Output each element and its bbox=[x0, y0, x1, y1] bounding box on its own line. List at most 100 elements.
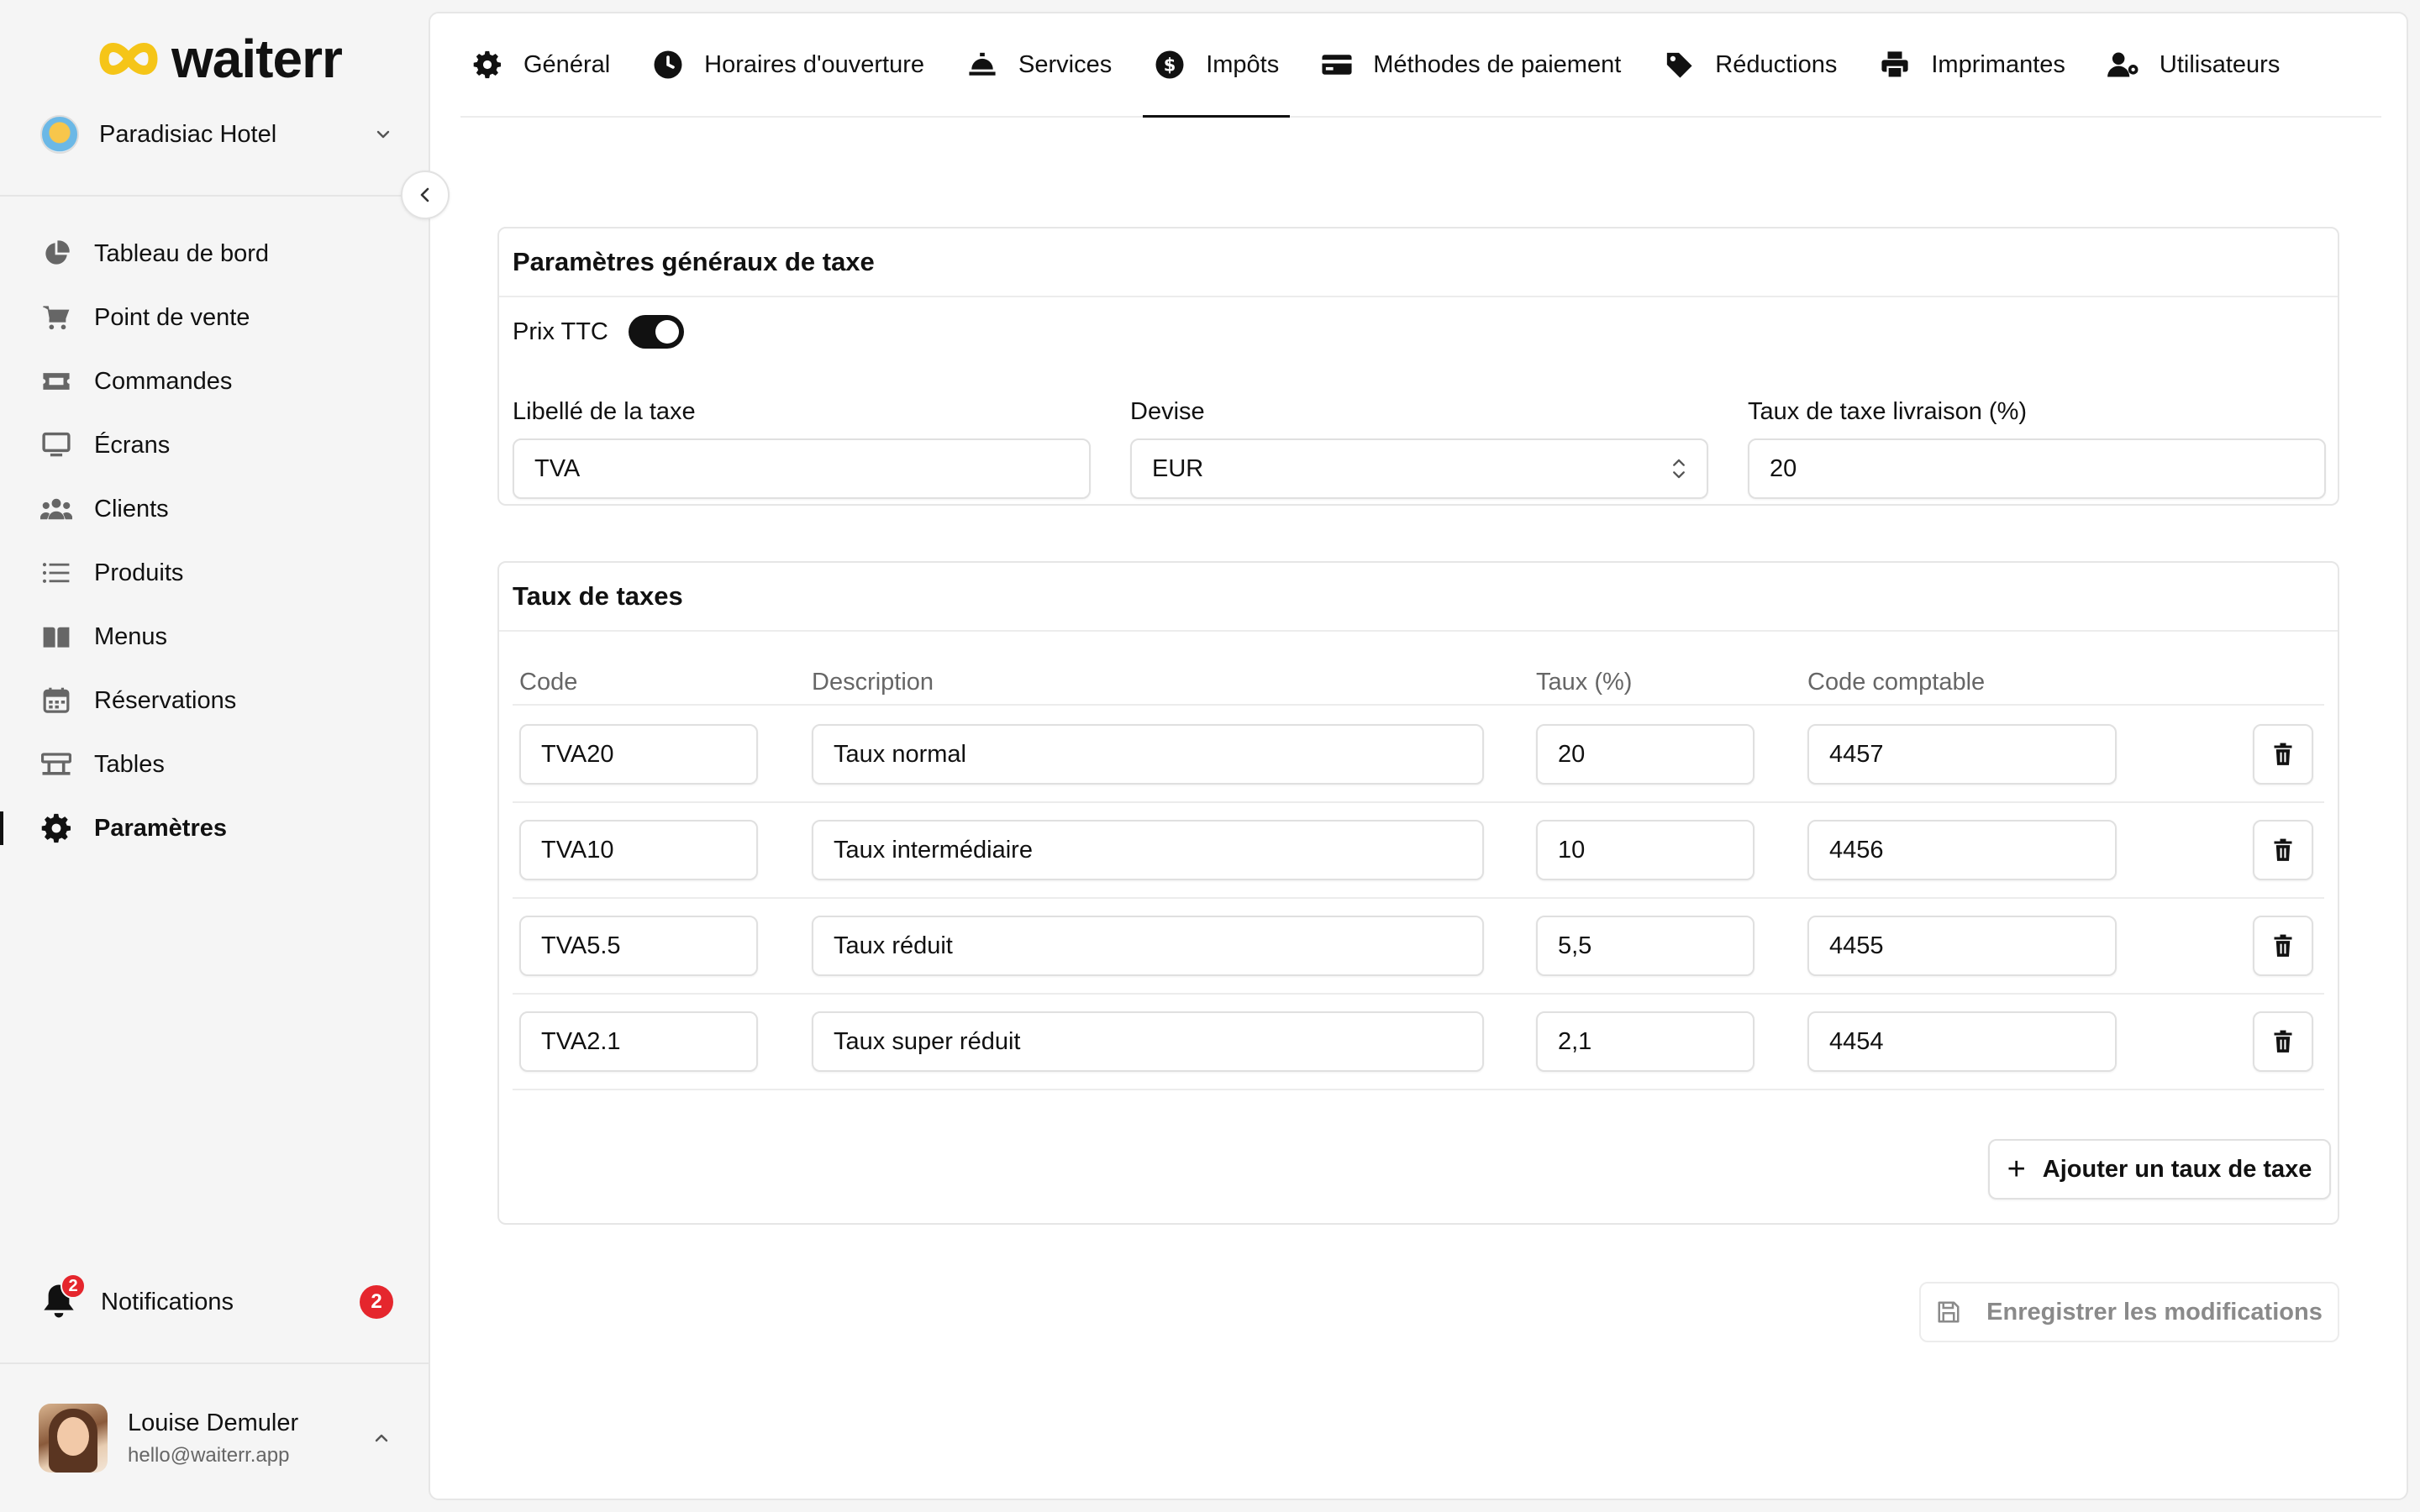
chevron-up-icon bbox=[375, 1434, 388, 1442]
trash-icon bbox=[2274, 743, 2292, 765]
tab-label: Services bbox=[1018, 50, 1113, 78]
card-title: Paramètres généraux de taxe bbox=[499, 228, 2338, 297]
save-changes-label: Enregistrer les modifications bbox=[1986, 1298, 2323, 1326]
tab-label: Général bbox=[523, 50, 611, 78]
tab-payment-methods[interactable]: Méthodes de paiement bbox=[1310, 13, 1632, 116]
delete-rate-button[interactable] bbox=[2253, 724, 2313, 785]
tab-users[interactable]: Utilisateurs bbox=[2096, 13, 2291, 116]
code-input[interactable]: TVA2.1 bbox=[519, 1011, 758, 1072]
description-input[interactable]: Taux normal bbox=[812, 724, 1484, 785]
delivery-tax-input[interactable]: 20 bbox=[1748, 438, 2326, 499]
account-code-input[interactable]: 4457 bbox=[1807, 724, 2117, 785]
delete-rate-button[interactable] bbox=[2253, 820, 2313, 880]
list-icon bbox=[40, 557, 72, 589]
description-input[interactable]: Taux intermédiaire bbox=[812, 820, 1484, 880]
save-changes-button[interactable]: Enregistrer les modifications bbox=[1919, 1282, 2339, 1342]
column-header-code: Code bbox=[519, 669, 578, 696]
prix-ttc-toggle[interactable] bbox=[628, 315, 684, 349]
sidebar-item-menus[interactable]: Menus bbox=[0, 605, 429, 669]
column-header-description: Description bbox=[812, 669, 934, 696]
sidebar-item-dashboard[interactable]: Tableau de bord bbox=[0, 222, 429, 286]
sidebar-item-label: Tables bbox=[94, 750, 165, 778]
account-code-input[interactable]: 4455 bbox=[1807, 916, 2117, 976]
delivery-tax-field: Taux de taxe livraison (%) 20 bbox=[1748, 395, 2326, 499]
tab-label: Méthodes de paiement bbox=[1373, 50, 1622, 78]
sidebar: waiterr Paradisiac Hotel Tableau de bord bbox=[0, 0, 429, 1512]
notifications-label: Notifications bbox=[101, 1288, 234, 1315]
table-row: TVA20 Taux normal 20 4457 bbox=[513, 707, 2324, 803]
tab-general[interactable]: Général bbox=[460, 13, 621, 116]
prix-ttc-row: Prix TTC bbox=[513, 311, 684, 353]
sidebar-item-pos[interactable]: Point de vente bbox=[0, 286, 429, 349]
sidebar-item-screens[interactable]: Écrans bbox=[0, 413, 429, 477]
rate-input[interactable]: 5,5 bbox=[1536, 916, 1754, 976]
field-label: Libellé de la taxe bbox=[513, 398, 696, 425]
add-tax-rate-label: Ajouter un taux de taxe bbox=[2042, 1155, 2312, 1183]
clock-icon bbox=[652, 49, 684, 81]
code-input[interactable]: TVA10 bbox=[519, 820, 758, 880]
tab-printers[interactable]: Imprimantes bbox=[1868, 13, 2076, 116]
avatar bbox=[39, 1404, 108, 1473]
chevron-up-down-icon bbox=[1673, 459, 1685, 479]
sidebar-item-tables[interactable]: Tables bbox=[0, 732, 429, 796]
tab-taxes[interactable]: $ Impôts bbox=[1143, 13, 1291, 118]
currency-select[interactable]: EUR bbox=[1130, 438, 1708, 499]
sidebar-item-products[interactable]: Produits bbox=[0, 541, 429, 605]
sidebar-item-orders[interactable]: Commandes bbox=[0, 349, 429, 413]
pie-chart-icon bbox=[40, 238, 72, 270]
tax-label-input[interactable]: TVA bbox=[513, 438, 1091, 499]
rate-input[interactable]: 10 bbox=[1536, 820, 1754, 880]
delete-rate-button[interactable] bbox=[2253, 916, 2313, 976]
user-menu[interactable]: Louise Demuler hello@waiterr.app bbox=[39, 1403, 392, 1473]
account-code-input[interactable]: 4454 bbox=[1807, 1011, 2117, 1072]
sidebar-item-label: Menus bbox=[94, 622, 168, 650]
user-info: Louise Demuler hello@waiterr.app bbox=[128, 1410, 371, 1467]
bell-icon: 2 bbox=[40, 1273, 86, 1322]
chevron-down-icon bbox=[376, 130, 390, 139]
rate-input[interactable]: 2,1 bbox=[1536, 1011, 1754, 1072]
chevron-left-icon bbox=[420, 187, 429, 202]
sidebar-item-label: Réservations bbox=[94, 686, 237, 714]
code-input[interactable]: TVA20 bbox=[519, 724, 758, 785]
add-tax-rate-button[interactable]: + Ajouter un taux de taxe bbox=[1988, 1139, 2331, 1200]
save-icon bbox=[1936, 1299, 1961, 1325]
gear-icon bbox=[471, 49, 503, 81]
notifications-item[interactable]: 2 Notifications 2 bbox=[40, 1273, 393, 1329]
user-name: Louise Demuler bbox=[128, 1409, 299, 1436]
settings-tabs: Général Horaires d'ouverture Services $ … bbox=[460, 13, 2381, 118]
code-input[interactable]: TVA5.5 bbox=[519, 916, 758, 976]
table-row: TVA10 Taux intermédiaire 10 4456 bbox=[513, 803, 2324, 899]
currency-value: EUR bbox=[1152, 454, 1204, 482]
tab-label: Horaires d'ouverture bbox=[704, 50, 924, 78]
rate-input[interactable]: 20 bbox=[1536, 724, 1754, 785]
tag-icon bbox=[1663, 49, 1695, 81]
collapse-sidebar-button[interactable] bbox=[401, 171, 450, 219]
tax-rates-header: Code Description Taux (%) Code comptable bbox=[513, 659, 2324, 706]
sidebar-item-settings[interactable]: Paramètres bbox=[0, 796, 429, 860]
hotel-switcher[interactable]: Paradisiac Hotel bbox=[40, 111, 393, 158]
table-icon bbox=[40, 748, 72, 780]
trash-icon bbox=[2274, 1030, 2292, 1053]
sidebar-item-reservations[interactable]: Réservations bbox=[0, 669, 429, 732]
logo-icon bbox=[99, 43, 158, 75]
tab-opening-hours[interactable]: Horaires d'ouverture bbox=[641, 13, 935, 116]
plus-icon: + bbox=[2007, 1152, 2026, 1187]
settings-panel: Général Horaires d'ouverture Services $ … bbox=[429, 12, 2408, 1500]
brand-logo[interactable]: waiterr bbox=[97, 29, 343, 89]
description-input[interactable]: Taux réduit bbox=[812, 916, 1484, 976]
cart-icon bbox=[40, 302, 72, 333]
sidebar-item-label: Tableau de bord bbox=[94, 239, 269, 267]
users-icon bbox=[40, 493, 72, 525]
field-label: Taux de taxe livraison (%) bbox=[1748, 398, 2028, 425]
ticket-icon bbox=[40, 365, 72, 397]
cloche-icon bbox=[966, 49, 998, 81]
notification-count-badge: 2 bbox=[360, 1285, 393, 1319]
notification-dot: 2 bbox=[60, 1273, 86, 1299]
description-input[interactable]: Taux super réduit bbox=[812, 1011, 1484, 1072]
tab-label: Réductions bbox=[1715, 50, 1838, 78]
tab-discounts[interactable]: Réductions bbox=[1652, 13, 1848, 116]
account-code-input[interactable]: 4456 bbox=[1807, 820, 2117, 880]
delete-rate-button[interactable] bbox=[2253, 1011, 2313, 1072]
sidebar-item-clients[interactable]: Clients bbox=[0, 477, 429, 541]
tab-services[interactable]: Services bbox=[955, 13, 1123, 116]
